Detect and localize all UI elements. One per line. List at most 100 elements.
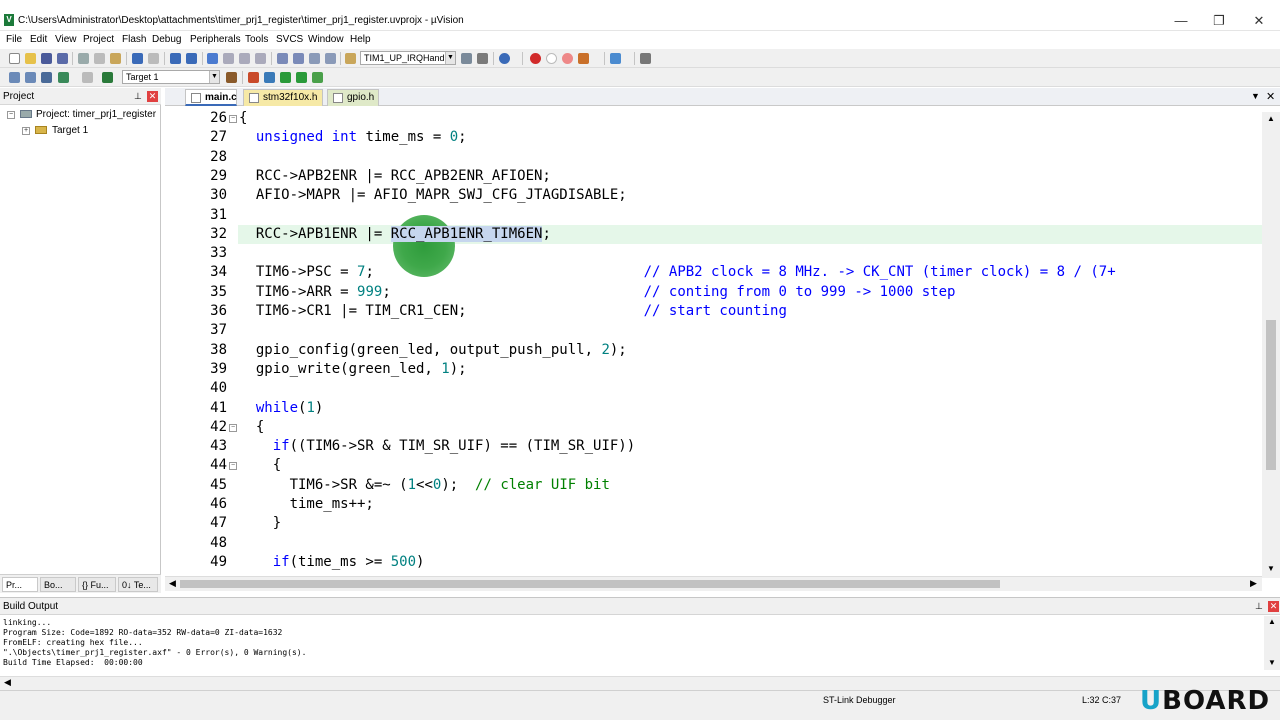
code-line[interactable]: { [239, 110, 247, 126]
pack-installer-icon[interactable] [312, 72, 323, 83]
fold-toggle-icon[interactable]: − [229, 462, 237, 471]
next-bookmark-icon[interactable] [239, 53, 250, 64]
menu-project[interactable]: Project [83, 34, 114, 45]
tree-collapse-toggle[interactable]: − [7, 111, 15, 119]
tree-item-project[interactable]: Project: timer_prj1_register [36, 109, 156, 120]
fold-toggle-icon[interactable]: − [229, 115, 237, 123]
tab-books[interactable]: Bo... [40, 577, 76, 592]
bookmark-icon[interactable] [207, 53, 218, 64]
code-line[interactable]: if((TIM6->SR & TIM_SR_UIF) == (TIM_SR_UI… [239, 438, 635, 454]
open-folder-icon[interactable] [25, 53, 36, 64]
window-layout-icon[interactable] [610, 53, 621, 64]
uncomment-icon[interactable] [325, 53, 336, 64]
save-icon[interactable] [41, 53, 52, 64]
editor-vertical-scrollbar[interactable]: ▲ ▼ [1262, 112, 1280, 578]
target-options-icon[interactable] [226, 72, 237, 83]
code-line[interactable]: time_ms++; [239, 496, 374, 512]
code-line[interactable]: RCC->APB2ENR |= RCC_APB2ENR_AFIOEN; [239, 168, 551, 184]
tree-item-target[interactable]: Target 1 [52, 125, 88, 136]
tab-gpio-h[interactable]: gpio.h [327, 89, 379, 106]
tab-list-icon[interactable]: ▼ [1251, 91, 1260, 101]
tab-templates[interactable]: 0↓ Te... [118, 577, 158, 592]
code-line[interactable]: gpio_config(green_led, output_push_pull,… [239, 342, 627, 358]
scroll-down-icon[interactable]: ▼ [1267, 564, 1275, 573]
run-to-cursor-icon[interactable] [280, 72, 291, 83]
menu-flash[interactable]: Flash [122, 34, 146, 45]
comment-icon[interactable] [309, 53, 320, 64]
code-line[interactable]: gpio_write(green_led, 1); [239, 361, 467, 377]
pin-icon[interactable]: ⊥ [134, 91, 142, 102]
menu-file[interactable]: File [6, 34, 22, 45]
tab-stm32f10x-h[interactable]: stm32f10x.h [243, 89, 323, 106]
scroll-left-icon[interactable]: ◀ [169, 578, 176, 589]
fold-toggle-icon[interactable]: − [229, 423, 237, 432]
tab-functions[interactable]: {} Fu... [78, 577, 116, 592]
scrollbar-thumb[interactable] [1266, 320, 1276, 470]
pin-icon[interactable]: ⊥ [1255, 601, 1263, 612]
undo-icon[interactable] [132, 53, 143, 64]
paste-icon[interactable] [110, 53, 121, 64]
save-all-icon[interactable] [57, 53, 68, 64]
prev-bookmark-icon[interactable] [223, 53, 234, 64]
code-line[interactable]: TIM6->SR &=~ (1<<0); // clear UIF bit [239, 477, 610, 493]
unindent-icon[interactable] [293, 53, 304, 64]
code-line[interactable]: if(time_ms >= 500) [239, 554, 425, 570]
menu-window[interactable]: Window [308, 34, 344, 45]
scroll-right-icon[interactable]: ▶ [1250, 578, 1257, 589]
menu-tools[interactable]: Tools [245, 34, 268, 45]
menu-help[interactable]: Help [350, 34, 371, 45]
build-icon[interactable] [25, 72, 36, 83]
menu-debug[interactable]: Debug [152, 34, 181, 45]
chevron-down-icon[interactable]: ▼ [445, 52, 455, 64]
code-editor[interactable]: main.c stm32f10x.h gpio.h ▼ ✕ 26−{27 uns… [165, 88, 1280, 593]
close-tab-icon[interactable]: ✕ [1266, 90, 1275, 103]
indent-icon[interactable] [277, 53, 288, 64]
configure-icon[interactable] [640, 53, 651, 64]
editor-horizontal-scrollbar[interactable]: ◀ ▶ [165, 576, 1262, 591]
breakpoint-icon[interactable] [530, 53, 541, 64]
chevron-down-icon[interactable]: ▼ [209, 71, 219, 83]
rebuild-icon[interactable] [41, 72, 52, 83]
close-icon[interactable]: ✕ [147, 91, 158, 102]
debug-session-icon[interactable] [499, 53, 510, 64]
incremental-find-icon[interactable] [477, 53, 488, 64]
scroll-up-icon[interactable]: ▲ [1268, 617, 1276, 626]
tab-main-c[interactable]: main.c [185, 89, 237, 106]
code-line[interactable]: TIM6->PSC = 7; // APB2 clock = 8 MHz. ->… [239, 264, 1116, 280]
function-combo[interactable]: TIM1_UP_IRQHandl ▼ [360, 51, 456, 65]
navigate-forward-icon[interactable] [186, 53, 197, 64]
close-window-button[interactable]: ✕ [1236, 10, 1280, 32]
scroll-up-icon[interactable]: ▲ [1267, 114, 1275, 123]
close-icon[interactable]: ✕ [1268, 601, 1279, 612]
disable-all-breakpoints-icon[interactable] [562, 53, 573, 64]
code-line[interactable]: } [239, 515, 281, 531]
cut-icon[interactable] [78, 53, 89, 64]
tree-expand-toggle[interactable]: + [22, 127, 30, 135]
code-line[interactable]: TIM6->ARR = 999; // conting from 0 to 99… [239, 284, 956, 300]
translate-icon[interactable] [9, 72, 20, 83]
find-in-files-icon[interactable] [345, 53, 356, 64]
menu-view[interactable]: View [55, 34, 77, 45]
disable-breakpoint-icon[interactable] [546, 53, 557, 64]
scroll-down-icon[interactable]: ▼ [1268, 658, 1276, 667]
menu-svcs[interactable]: SVCS [276, 34, 303, 45]
tab-project[interactable]: Pr... [2, 577, 38, 592]
redo-icon[interactable] [148, 53, 159, 64]
manage-project-icon[interactable] [248, 72, 259, 83]
download-icon[interactable] [102, 72, 113, 83]
find-icon[interactable] [461, 53, 472, 64]
menu-edit[interactable]: Edit [30, 34, 47, 45]
code-line[interactable]: while(1) [239, 400, 323, 416]
scroll-left-icon[interactable]: ◀ [4, 677, 11, 688]
build-horizontal-scrollbar[interactable]: ◀ [0, 676, 1280, 690]
kill-breakpoints-icon[interactable] [578, 53, 589, 64]
code-line[interactable]: AFIO->MAPR |= AFIO_MAPR_SWJ_CFG_JTAGDISA… [239, 187, 627, 203]
new-file-icon[interactable] [9, 53, 20, 64]
target-combo[interactable]: Target 1 ▼ [122, 70, 220, 84]
clear-bookmarks-icon[interactable] [255, 53, 266, 64]
code-line[interactable]: { [239, 457, 281, 473]
navigate-back-icon[interactable] [170, 53, 181, 64]
code-line[interactable]: { [239, 419, 264, 435]
code-line[interactable]: unsigned int time_ms = 0; [239, 129, 467, 145]
batch-build-icon[interactable] [58, 72, 69, 83]
